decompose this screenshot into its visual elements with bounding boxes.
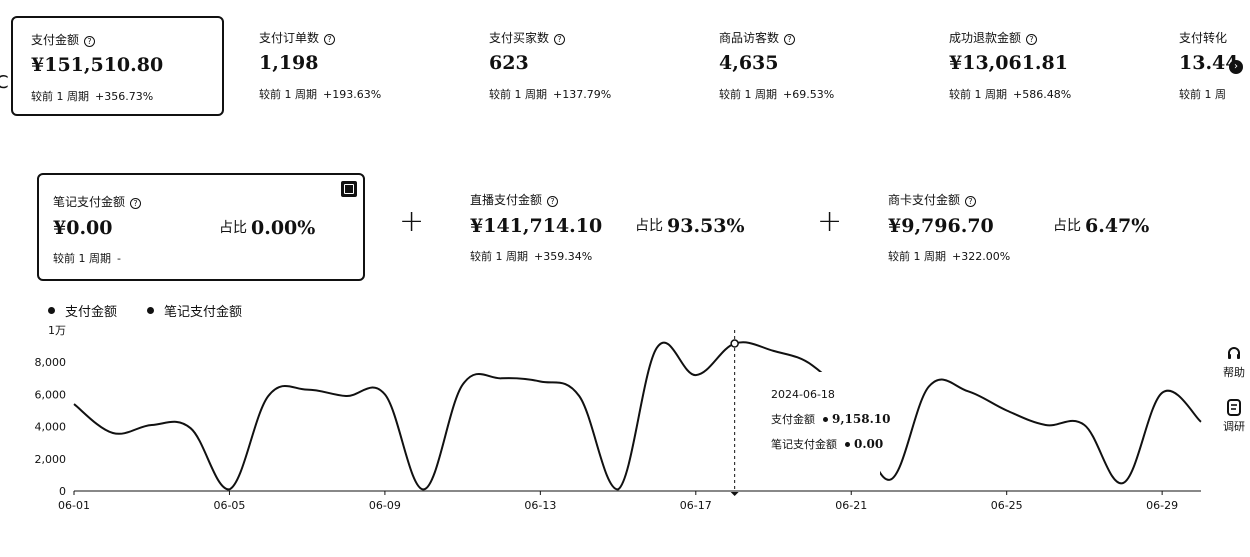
- trend-line-chart[interactable]: 1万 0 2,000 4,000 6,000 8,000 06-01 06-05 06-09…: [0, 318, 1215, 518]
- y-axis: 0 2,000 4,000 6,000 8,000: [35, 356, 67, 498]
- plus-sign: +: [399, 204, 425, 239]
- chart-tooltip: 2024-06-18 支付金额 9,158.10 笔记支付金额 0.00: [755, 372, 890, 482]
- help-icon[interactable]: ?: [784, 34, 796, 45]
- metric-label: 成功退款金额?: [949, 29, 1038, 46]
- hover-point: [730, 339, 739, 348]
- metric-compare: 较前 1 周期 +69.53%: [719, 88, 835, 101]
- metric-label: 支付转化: [1179, 31, 1228, 45]
- metric-value: 1,198: [259, 52, 319, 74]
- metric-label: 商品访客数?: [719, 29, 796, 46]
- channel-share: 占比 6.47%: [1053, 215, 1150, 237]
- metric-value: ¥151,510.80: [31, 54, 164, 76]
- help-icon[interactable]: ?: [324, 34, 336, 45]
- help-icon[interactable]: ?: [130, 198, 142, 209]
- metric-card-visitor-count[interactable]: 商品访客数? 4,635 较前 1 周期 +69.53%: [701, 16, 901, 116]
- metric-card-pay-amount[interactable]: 支付金额? ¥151,510.80 较前 1 周期 +356.73%: [11, 16, 224, 116]
- x-tick-label: 06-17: [680, 499, 712, 512]
- channel-card-live[interactable]: 直播支付金额? ¥141,714.10 占比 93.53% 较前 1 周期 +359…: [456, 173, 776, 281]
- metric-label: 支付订单数?: [259, 29, 336, 46]
- y-unit-label: 1万: [48, 324, 66, 337]
- hover-caret-icon: [730, 492, 739, 496]
- metric-card-refund-amount[interactable]: 成功退款金额? ¥13,061.81 较前 1 周期 +586.48%: [931, 16, 1131, 116]
- tooltip-row-note-pay-amount: 笔记支付金额 0.00: [771, 437, 884, 451]
- help-tool-button[interactable]: 帮助: [1221, 346, 1247, 380]
- channel-label: 直播支付金额?: [470, 191, 559, 208]
- x-tick-label: 06-09: [369, 499, 401, 512]
- metric-value: ¥13,061.81: [949, 52, 1068, 74]
- help-icon[interactable]: ?: [554, 34, 566, 45]
- x-tick-label: 06-13: [524, 499, 556, 512]
- channel-share: 占比 0.00%: [219, 217, 316, 239]
- channel-card-product-card[interactable]: 商卡支付金额? ¥9,796.70 占比 6.47% 较前 1 周期 +322.00…: [874, 173, 1194, 281]
- legend-dot-icon: [147, 307, 155, 314]
- channel-compare: 较前 1 周期 +322.00%: [888, 250, 1011, 263]
- channel-label: 笔记支付金额?: [53, 193, 142, 210]
- channel-share: 占比 93.53%: [635, 215, 745, 237]
- scroll-right-icon[interactable]: ›: [1229, 60, 1243, 74]
- channel-card-note[interactable]: 笔记支付金额? ¥0.00 占比 0.00% 较前 1 周期 -: [37, 173, 365, 281]
- x-tick-label: 06-29: [1146, 499, 1178, 512]
- survey-tool-button[interactable]: 调研: [1221, 399, 1247, 434]
- x-tick-label: 06-25: [991, 499, 1023, 512]
- legend-dot-icon: [48, 307, 55, 314]
- y-tick-label: 8,000: [35, 356, 67, 369]
- channel-label: 商卡支付金额?: [888, 191, 977, 208]
- x-tick-label: 06-21: [835, 499, 867, 512]
- y-tick-label: 6,000: [35, 388, 67, 401]
- tooltip-row-pay-amount: 支付金额 9,158.10: [771, 412, 891, 426]
- metric-row: C 支付金额? ¥151,510.80 较前 1 周期 +356.73% 支付订单…: [0, 16, 1250, 116]
- headset-icon: [1228, 347, 1240, 359]
- channel-value: ¥141,714.10: [470, 215, 603, 237]
- x-tick-label: 06-05: [213, 499, 245, 512]
- help-icon[interactable]: ?: [1026, 34, 1038, 45]
- help-icon[interactable]: ?: [547, 196, 559, 207]
- channel-value: ¥0.00: [53, 217, 113, 239]
- checkbox-icon[interactable]: [341, 181, 357, 197]
- metric-label: 支付金额?: [31, 31, 96, 48]
- metric-card-order-count[interactable]: 支付订单数? 1,198 较前 1 周期 +193.63%: [241, 16, 441, 116]
- help-icon[interactable]: ?: [84, 36, 96, 47]
- metric-compare: 较前 1 周期 +193.63%: [259, 88, 382, 101]
- plus-sign: +: [817, 204, 843, 239]
- survey-icon: [1227, 399, 1241, 416]
- metric-compare: 较前 1 周期 +356.73%: [31, 90, 154, 103]
- y-tick-label: 0: [59, 485, 66, 498]
- channel-value: ¥9,796.70: [888, 215, 994, 237]
- metric-compare: 较前 1 周期 +137.79%: [489, 88, 612, 101]
- x-tick-label: 06-01: [58, 499, 90, 512]
- x-axis: 06-01 06-05 06-09 06-13 06-17 06-21 06-25 06-29: [58, 491, 1178, 512]
- channel-compare: 较前 1 周期 -: [53, 252, 121, 265]
- metric-label: 支付买家数?: [489, 29, 566, 46]
- y-tick-label: 4,000: [35, 421, 67, 434]
- metric-value: 4,635: [719, 52, 779, 74]
- metric-card-buyer-count[interactable]: 支付买家数? 623 较前 1 周期 +137.79%: [471, 16, 671, 116]
- metric-value: 623: [489, 52, 529, 74]
- metric-compare: 较前 1 周期 +586.48%: [949, 88, 1072, 101]
- tooltip-date: 2024-06-18: [771, 388, 835, 401]
- channel-compare: 较前 1 周期 +359.34%: [470, 250, 593, 263]
- y-tick-label: 2,000: [35, 453, 67, 466]
- help-icon[interactable]: ?: [965, 196, 977, 207]
- metric-compare: 较前 1 周: [1179, 88, 1226, 101]
- left-edge-glyph: C: [0, 72, 9, 93]
- series-line-pay-amount: [73, 341, 1202, 491]
